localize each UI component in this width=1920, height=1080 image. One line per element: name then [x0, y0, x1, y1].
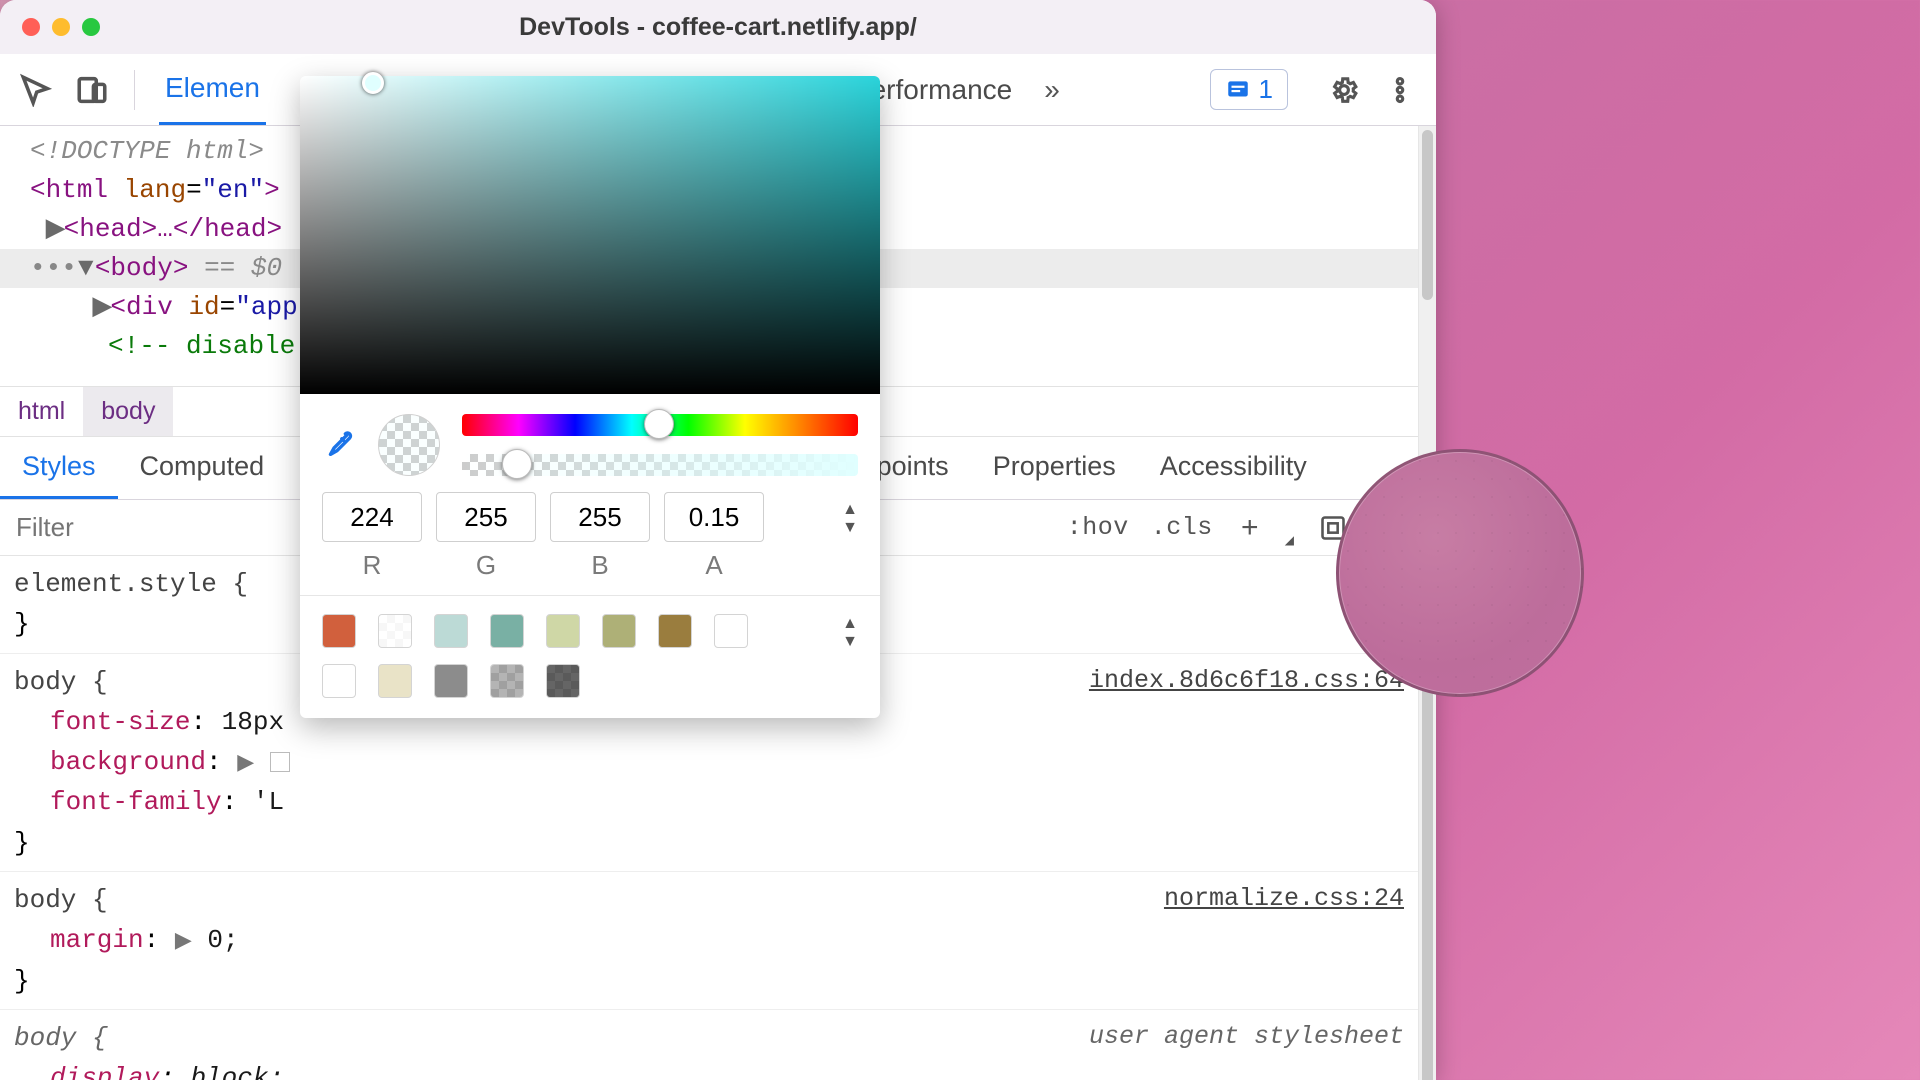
- expand-shorthand-icon[interactable]: ▶: [237, 751, 254, 776]
- dom-doctype: <!DOCTYPE html>: [30, 136, 264, 166]
- breadcrumb-html[interactable]: html: [0, 387, 83, 436]
- hue-slider[interactable]: [462, 414, 858, 436]
- tab-computed[interactable]: Computed: [118, 437, 287, 499]
- color-swatch-icon[interactable]: [270, 752, 290, 772]
- titlebar: DevTools - coffee-cart.netlify.app/: [0, 0, 1436, 54]
- expand-icon[interactable]: ▶: [92, 288, 110, 327]
- source-link[interactable]: index.8d6c6f18.css:64: [1089, 662, 1404, 701]
- rule-body-ua[interactable]: user agent stylesheet body { display: bl…: [0, 1010, 1418, 1080]
- color-swatch[interactable]: [658, 614, 692, 648]
- expand-icon[interactable]: ▶: [46, 210, 64, 249]
- inspect-element-icon[interactable]: [18, 72, 54, 108]
- hov-toggle[interactable]: :hov: [1067, 513, 1129, 542]
- color-swatch[interactable]: [546, 664, 580, 698]
- eyedropper-icon[interactable]: [322, 426, 356, 465]
- rule-body-normalize[interactable]: normalize.css:24 body { margin: ▶ 0; }: [0, 872, 1418, 1010]
- swatch-row: [322, 664, 858, 698]
- color-mode-switch[interactable]: ▲▼: [842, 492, 858, 536]
- issues-icon: [1225, 77, 1251, 103]
- tab-elements[interactable]: Elemen: [159, 54, 266, 125]
- traffic-lights: [22, 18, 100, 36]
- hue-thumb[interactable]: [644, 409, 674, 439]
- r-input[interactable]: [322, 492, 422, 542]
- palette-switch[interactable]: ▲▼: [842, 616, 858, 650]
- more-tabs-icon[interactable]: »: [1038, 74, 1066, 106]
- color-swatch[interactable]: [322, 614, 356, 648]
- g-input[interactable]: [436, 492, 536, 542]
- color-swatch[interactable]: [490, 664, 524, 698]
- color-swatch[interactable]: [378, 664, 412, 698]
- issues-count: 1: [1259, 74, 1273, 105]
- a-input[interactable]: [664, 492, 764, 542]
- color-swatch[interactable]: [714, 614, 748, 648]
- color-swatch[interactable]: [378, 614, 412, 648]
- close-window-button[interactable]: [22, 18, 40, 36]
- color-swatch[interactable]: [602, 614, 636, 648]
- alpha-slider[interactable]: [462, 454, 858, 476]
- zoom-window-button[interactable]: [82, 18, 100, 36]
- scroll-thumb[interactable]: [1422, 130, 1433, 300]
- sv-thumb[interactable]: [362, 72, 384, 94]
- separator: [134, 70, 135, 110]
- eyedropper-magnifier[interactable]: [1336, 449, 1584, 697]
- expand-shorthand-icon[interactable]: ▶: [175, 929, 192, 954]
- device-toolbar-icon[interactable]: [74, 72, 110, 108]
- color-swatch[interactable]: [434, 614, 468, 648]
- source-link[interactable]: normalize.css:24: [1164, 880, 1404, 919]
- more-options-icon[interactable]: [1382, 72, 1418, 108]
- new-style-rule-icon[interactable]: [1235, 513, 1265, 543]
- swatch-row: [322, 614, 858, 648]
- color-swatches: ▲▼: [300, 602, 880, 718]
- color-swatch[interactable]: [490, 614, 524, 648]
- saturation-value-field[interactable]: [300, 76, 880, 394]
- issues-badge[interactable]: 1: [1210, 69, 1288, 110]
- settings-icon[interactable]: [1326, 72, 1362, 108]
- breadcrumb-body[interactable]: body: [83, 387, 173, 436]
- alpha-thumb[interactable]: [502, 449, 532, 479]
- devtools-window: DevTools - coffee-cart.netlify.app/ Elem…: [0, 0, 1436, 1080]
- tab-accessibility[interactable]: Accessibility: [1138, 437, 1329, 499]
- cls-toggle[interactable]: .cls: [1151, 513, 1213, 542]
- color-preview: [378, 414, 440, 476]
- tab-properties[interactable]: Properties: [971, 437, 1138, 499]
- tab-styles[interactable]: Styles: [0, 437, 118, 499]
- color-swatch[interactable]: [434, 664, 468, 698]
- color-inputs: R G B A ▲▼: [300, 492, 880, 589]
- color-picker: R G B A ▲▼ ▲▼: [300, 76, 880, 718]
- color-swatch[interactable]: [546, 614, 580, 648]
- color-swatch[interactable]: [322, 664, 356, 698]
- ua-stylesheet-label: user agent stylesheet: [1089, 1018, 1404, 1057]
- window-title: DevTools - coffee-cart.netlify.app/: [0, 13, 1436, 42]
- b-input[interactable]: [550, 492, 650, 542]
- scroll-thumb[interactable]: [1422, 686, 1433, 1080]
- minimize-window-button[interactable]: [52, 18, 70, 36]
